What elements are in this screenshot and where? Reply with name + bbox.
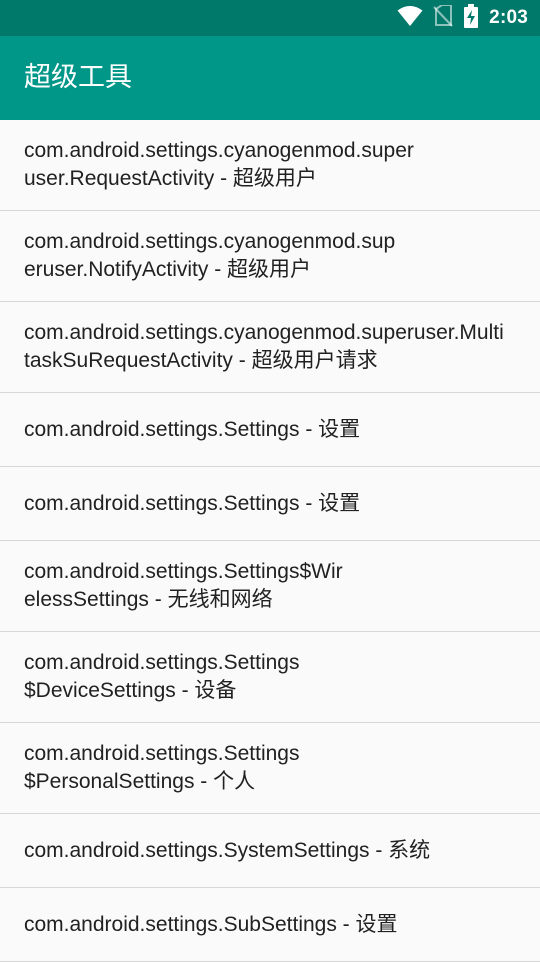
activity-label: com.android.settings.Settings$PersonalSe… <box>24 742 300 793</box>
list-item[interactable]: com.android.settings.SubSettings - 设置 <box>0 888 540 962</box>
list-item[interactable]: com.android.settings.Settings - 设置 <box>0 467 540 541</box>
activity-label: com.android.settings.cyanogenmod.superus… <box>24 321 504 372</box>
activity-label: com.android.settings.cyanogenmod.superus… <box>24 139 414 190</box>
activity-label: com.android.settings.cyanogenmod.superus… <box>24 230 396 281</box>
list-item[interactable]: com.android.settings.Settings - 设置 <box>0 393 540 467</box>
activity-label: com.android.settings.Settings - 设置 <box>24 417 361 441</box>
activity-label: com.android.settings.Settings$DeviceSett… <box>24 651 300 702</box>
activity-label: com.android.settings.Settings$WirelessSe… <box>24 560 343 611</box>
list-item[interactable]: com.android.settings.Settings$WirelessSe… <box>0 541 540 632</box>
status-bar: 2:03 <box>0 0 540 36</box>
list-item[interactable]: com.android.settings.Settings$DeviceSett… <box>0 632 540 723</box>
activity-label: com.android.settings.SubSettings - 设置 <box>24 912 398 936</box>
no-sim-icon <box>433 4 453 31</box>
list-item[interactable]: com.android.settings.Settings$PersonalSe… <box>0 723 540 814</box>
list-item[interactable]: com.android.settings.cyanogenmod.superus… <box>0 120 540 211</box>
status-time: 2:03 <box>489 7 528 28</box>
wifi-icon <box>397 5 423 31</box>
battery-charging-icon <box>463 4 479 32</box>
list-item[interactable]: com.android.settings.SystemSettings - 系统 <box>0 814 540 888</box>
app-bar: 超级工具 <box>0 36 540 120</box>
activity-label: com.android.settings.Settings - 设置 <box>24 491 361 515</box>
status-icons: 2:03 <box>397 0 528 36</box>
activity-list: com.android.settings.cyanogenmod.superus… <box>0 120 540 962</box>
list-item[interactable]: com.android.settings.cyanogenmod.superus… <box>0 211 540 302</box>
activity-label: com.android.settings.SystemSettings - 系统 <box>24 838 431 862</box>
list-item[interactable]: com.android.settings.cyanogenmod.superus… <box>0 302 540 393</box>
app-title: 超级工具 <box>24 62 132 93</box>
